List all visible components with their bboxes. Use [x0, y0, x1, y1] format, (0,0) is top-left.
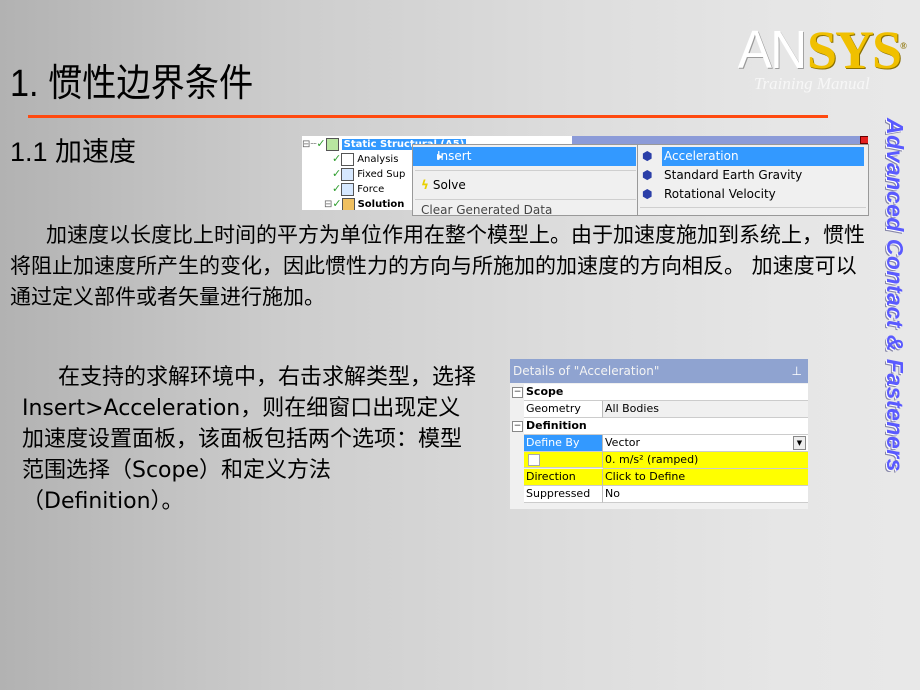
- logo-an: AN: [737, 20, 807, 80]
- legend-red-box: [860, 136, 868, 144]
- acceleration-icon: ⬢: [642, 149, 653, 163]
- details-header: Details of "Acceleration" ⊥: [510, 359, 808, 383]
- gravity-icon: ⬢: [642, 168, 653, 182]
- dropdown-arrow-icon[interactable]: ▼: [793, 436, 806, 450]
- menu-separator: [640, 207, 866, 208]
- analysis-icon: [341, 152, 355, 166]
- collapse-icon[interactable]: −: [512, 421, 523, 432]
- row-geometry[interactable]: Geometry All Bodies: [510, 401, 808, 418]
- submenu-item-acceleration[interactable]: ⬢ Acceleration: [638, 147, 866, 166]
- row-suppressed[interactable]: Suppressed No: [510, 486, 808, 503]
- details-panel: Details of "Acceleration" ⊥ − Scope Geom…: [510, 359, 808, 509]
- tree-item-label: Solution: [357, 199, 405, 210]
- paragraph-insert-instructions: 在支持的求解环境中，右击求解类型，选择Insert>Acceleration，则…: [22, 365, 477, 514]
- section-definition: − Definition: [510, 418, 808, 435]
- define-by-dropdown[interactable]: Vector ▼: [603, 435, 808, 452]
- tree-item-fixed-support[interactable]: ✓ Fixed Sup: [332, 166, 405, 181]
- property-key: Magnitude: [524, 452, 603, 480]
- title-underline: [28, 115, 828, 118]
- property-value[interactable]: No: [603, 486, 808, 503]
- property-key: Direction: [524, 469, 603, 486]
- row-define-by[interactable]: Define By Vector ▼: [510, 435, 808, 452]
- submenu-item-label: Standard Earth Gravity: [664, 168, 803, 182]
- menu-separator: [415, 199, 636, 200]
- tree-item-force[interactable]: ✓ Force: [332, 181, 384, 196]
- tree-item-label: Fixed Sup: [357, 169, 406, 180]
- force-icon: [341, 182, 355, 196]
- logo-subtitle: Training Manual: [754, 74, 870, 93]
- row-direction[interactable]: Direction Click to Define: [510, 469, 808, 486]
- property-key: Define By: [524, 435, 603, 452]
- fixed-support-icon: [341, 167, 355, 181]
- tree-item-label: Analysis: [357, 154, 399, 165]
- rotational-velocity-icon: ⬢: [642, 187, 653, 201]
- tree-item-label: Force: [357, 184, 385, 195]
- paragraph-acceleration-intro: 加速度以长度比上时间的平方为单位作用在整个模型上。由于加速度施加到系统上，惯性将…: [10, 223, 865, 309]
- section-label: Scope: [524, 384, 808, 401]
- property-value[interactable]: Click to Define: [603, 469, 808, 486]
- submenu-arrow-icon: ▶: [437, 152, 444, 161]
- menu-item-clear-generated-data[interactable]: Clear Generated Data: [421, 203, 552, 215]
- submenu-item-label: Acceleration: [662, 147, 864, 166]
- registered-mark: ®: [900, 41, 907, 51]
- tree-item-analysis[interactable]: ✓ Analysis: [332, 151, 398, 166]
- slide-title: 1. 惯性边界条件: [10, 63, 254, 105]
- logo-sys: SYS: [807, 20, 902, 80]
- side-banner: Advanced Contact & Fasteners: [874, 118, 914, 518]
- parameter-checkbox[interactable]: [528, 454, 540, 466]
- solution-icon: [341, 197, 355, 210]
- property-value[interactable]: All Bodies: [603, 401, 808, 418]
- dropdown-value: Vector: [605, 436, 641, 449]
- insert-submenu: ⬢ Acceleration ⬢ Standard Earth Gravity …: [637, 144, 869, 216]
- side-banner-text: Advanced Contact & Fasteners: [882, 118, 908, 472]
- lightning-icon: ϟ: [421, 178, 429, 192]
- check-icon: ✓: [332, 197, 342, 210]
- tree-item-solution[interactable]: ⊟✓ Solution: [324, 196, 404, 210]
- section-scope: − Scope: [510, 384, 808, 401]
- context-menu: Insert ▶ ϟ Solve Clear Generated Data: [412, 144, 639, 216]
- details-title: Details of "Acceleration": [513, 364, 660, 378]
- collapse-icon[interactable]: −: [512, 387, 523, 398]
- submenu-item-rotational-velocity[interactable]: ⬢ Rotational Velocity: [638, 185, 866, 204]
- menu-item-solve[interactable]: ϟ Solve: [421, 176, 466, 194]
- pin-icon[interactable]: ⊥: [792, 359, 802, 383]
- menu-item-label: Solve: [432, 178, 466, 192]
- menu-separator: [415, 170, 636, 171]
- row-magnitude[interactable]: Magnitude 0. m/s² (ramped): [510, 452, 808, 480]
- submenu-item-label: Rotational Velocity: [664, 187, 776, 201]
- ansys-logo: ANSYS® Training Manual: [736, 20, 916, 99]
- check-icon: ✓: [316, 137, 326, 150]
- section-heading: 1.1 加速度: [10, 137, 137, 167]
- section-label: Definition: [524, 418, 808, 435]
- property-key: Geometry: [524, 401, 603, 418]
- property-key: Suppressed: [524, 486, 603, 503]
- check-icon: ✓: [332, 182, 342, 195]
- submenu-item-standard-earth-gravity[interactable]: ⬢ Standard Earth Gravity: [638, 166, 866, 185]
- menu-item-insert[interactable]: Insert ▶: [413, 147, 636, 166]
- check-icon: ✓: [332, 152, 342, 165]
- static-structural-icon: [325, 137, 339, 151]
- check-icon: ✓: [332, 167, 342, 180]
- property-value[interactable]: 0. m/s² (ramped): [603, 452, 808, 469]
